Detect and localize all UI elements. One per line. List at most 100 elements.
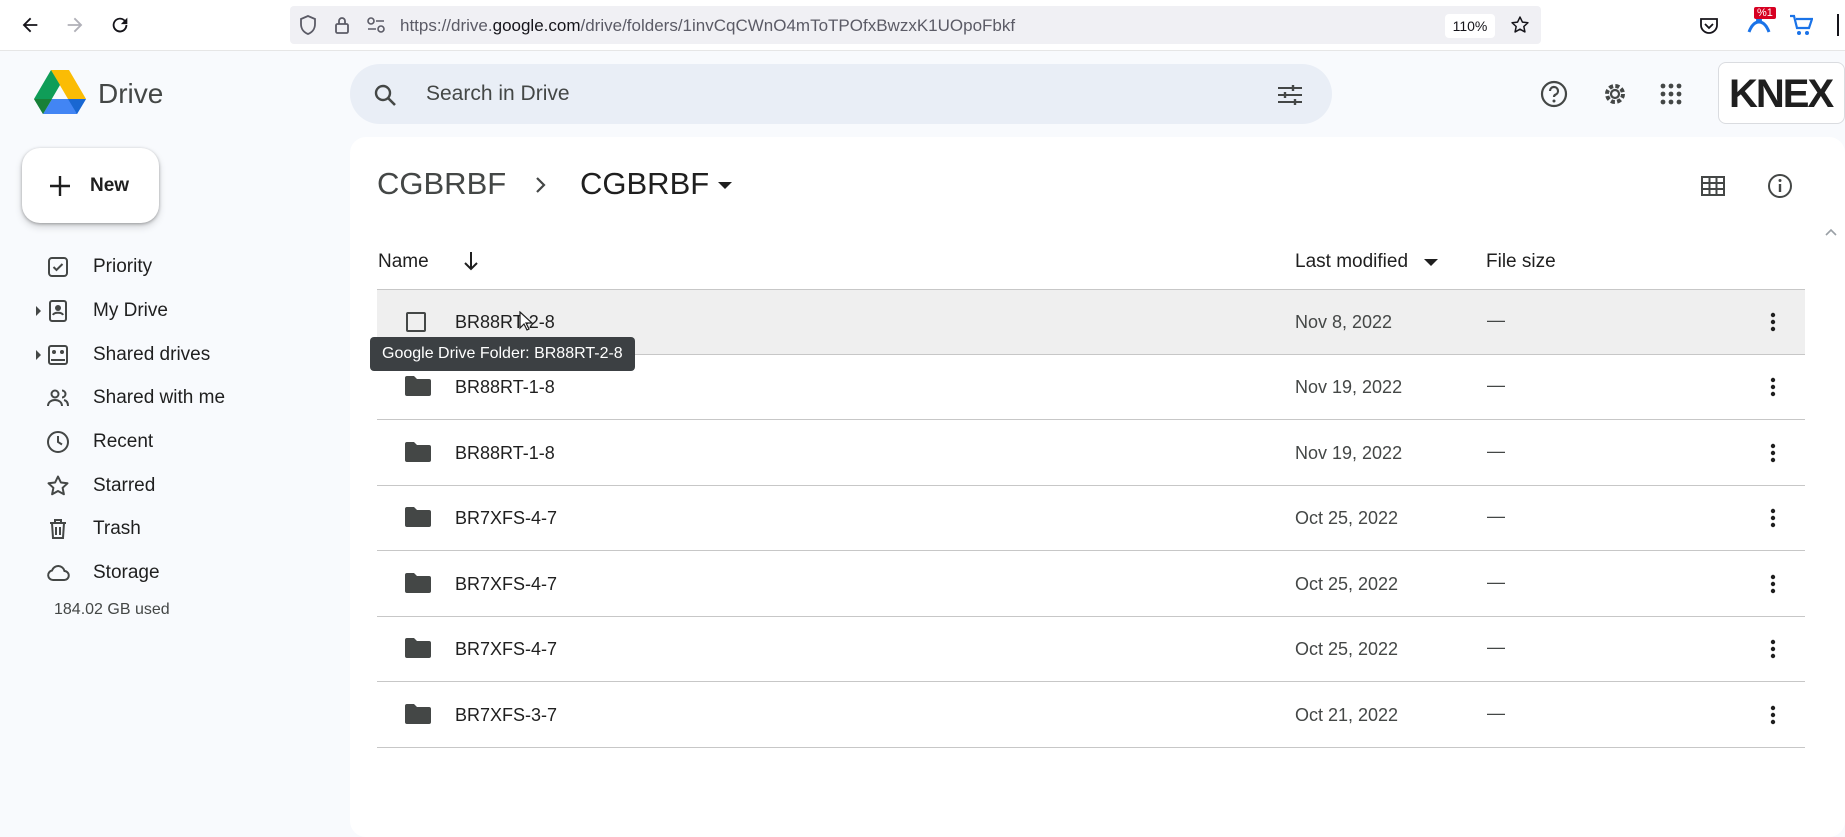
folder-tooltip: Google Drive Folder: BR88RT-2-8 [370,337,635,371]
last-modified-date: Oct 25, 2022 [1295,639,1399,659]
expand-caret-icon[interactable] [36,350,41,360]
plus-icon [50,175,70,196]
checkbox[interactable] [404,310,432,334]
file-size: — [1487,703,1505,723]
sidebar-item-label: Shared drives [93,344,211,365]
recent-icon [47,431,69,453]
last-modified-date: Nov 19, 2022 [1295,443,1403,463]
more-actions-icon[interactable] [1761,703,1785,727]
breadcrumb-parent[interactable]: CGBRBF [377,166,506,202]
apps-grid-icon[interactable] [1658,81,1684,107]
table-row[interactable]: BR7XFS-4-7 Oct 25, 2022 — [377,552,1805,617]
search-options-icon[interactable] [1276,82,1304,108]
lock-icon[interactable] [332,15,352,35]
more-actions-icon[interactable] [1761,310,1785,334]
url-domain: google.com [492,16,581,35]
back-icon[interactable] [17,12,43,38]
sidebar-item-trash[interactable]: Trash [36,509,336,549]
shared-with-me-icon [47,389,69,407]
url-prefix: https://drive. [400,16,493,35]
extension-icon[interactable]: %1 [1744,7,1776,38]
sidebar-item-storage[interactable]: Storage [36,553,336,593]
file-name[interactable]: BR7XFS-4-7 [455,508,557,529]
shield-icon[interactable] [298,15,318,35]
folder-icon [404,572,432,596]
file-name[interactable]: BR88RT-1-8 [455,443,555,464]
overflow-icon[interactable] [1834,12,1845,38]
search-input[interactable] [426,80,1206,108]
last-modified-date: Nov 8, 2022 [1295,312,1393,332]
sort-arrow-down-icon[interactable] [461,250,481,272]
account-switcher[interactable]: KNEX [1718,62,1845,124]
file-name[interactable]: BR7XFS-4-7 [455,639,557,660]
file-name[interactable]: BR7XFS-3-7 [455,705,557,726]
sidebar-item-priority[interactable]: Priority [36,247,336,287]
more-actions-icon[interactable] [1761,637,1785,661]
drive-logo-icon[interactable] [34,68,86,121]
more-actions-icon[interactable] [1761,441,1785,465]
zoom-level-badge[interactable]: 110% [1445,14,1495,38]
more-actions-icon[interactable] [1761,506,1785,530]
sidebar-item-recent[interactable]: Recent [36,422,336,462]
breadcrumb-current[interactable]: CGBRBF [580,166,709,202]
new-button[interactable]: New [22,148,159,223]
my-drive-icon [49,300,67,322]
grid-view-icon[interactable] [1699,172,1727,200]
cart-icon[interactable] [1788,13,1814,37]
sidebar-item-label: Storage [93,562,160,583]
sidebar-item-my-drive[interactable]: My Drive [36,291,336,331]
sidebar-item-label: Priority [93,256,153,277]
more-actions-icon[interactable] [1761,572,1785,596]
priority-icon [48,257,68,277]
folder-icon [404,637,432,661]
sidebar-item-shared-drives[interactable]: Shared drives [36,335,336,375]
table-row[interactable]: BR7XFS-4-7 Oct 25, 2022 — [377,617,1805,682]
breadcrumb-dropdown-icon[interactable] [718,182,732,189]
table-row[interactable]: BR88RT-1-8 Nov 19, 2022 — [377,421,1805,486]
sidebar-item-shared-with-me[interactable]: Shared with me [36,378,336,418]
folder-icon [404,375,432,399]
permissions-icon[interactable] [366,15,386,35]
reload-icon[interactable] [107,12,133,38]
table-row[interactable]: BR7XFS-4-7 Oct 25, 2022 — [377,486,1805,551]
file-name[interactable]: BR7XFS-4-7 [455,574,557,595]
forward-icon[interactable] [62,12,88,38]
settings-gear-icon[interactable] [1601,80,1629,108]
account-logo: KNEX [1729,73,1836,113]
modified-dropdown-icon[interactable] [1424,259,1438,266]
file-size: — [1487,572,1505,592]
sidebar-item-label: Recent [93,431,154,452]
file-size-column-header[interactable]: File size [1486,251,1556,273]
shared-drives-icon [48,345,68,365]
last-modified-date: Nov 19, 2022 [1295,377,1403,397]
file-size: — [1487,375,1505,395]
address-bar[interactable]: https://drive.google.com/drive/folders/1… [290,6,1541,44]
last-modified-date: Oct 25, 2022 [1295,508,1399,528]
search-icon[interactable] [372,82,398,108]
info-icon[interactable] [1766,172,1794,200]
search-bar[interactable] [350,64,1332,124]
file-size: — [1487,506,1505,526]
help-icon[interactable] [1540,80,1568,108]
file-name[interactable]: BR88RT-1-8 [455,377,555,398]
more-actions-icon[interactable] [1761,375,1785,399]
url-path: /drive/folders/1invCqCWnO4mToTPOfxBwzxK1… [580,16,1016,35]
sidebar-item-label: Starred [93,475,156,496]
mouse-cursor-icon [519,310,534,336]
expand-caret-icon[interactable] [36,306,41,316]
browser-toolbar: https://drive.google.com/drive/folders/1… [0,0,1845,51]
new-button-label: New [90,174,130,196]
bookmark-star-icon[interactable] [1510,15,1530,35]
folder-icon [404,441,432,465]
table-row[interactable]: BR7XFS-3-7 Oct 21, 2022 — [377,683,1805,748]
last-modified-column-header[interactable]: Last modified [1295,251,1408,273]
pocket-icon[interactable] [1697,14,1721,38]
sidebar-item-starred[interactable]: Starred [36,466,336,506]
cloud-icon [47,565,70,582]
url-text[interactable]: https://drive.google.com/drive/folders/1… [400,16,1015,36]
file-name[interactable]: BR88RT-2-8 [455,312,555,333]
scroll-up-icon[interactable] [1824,225,1838,239]
name-column-header[interactable]: Name [378,251,429,273]
star-icon [47,475,69,496]
app-name[interactable]: Drive [98,78,163,110]
